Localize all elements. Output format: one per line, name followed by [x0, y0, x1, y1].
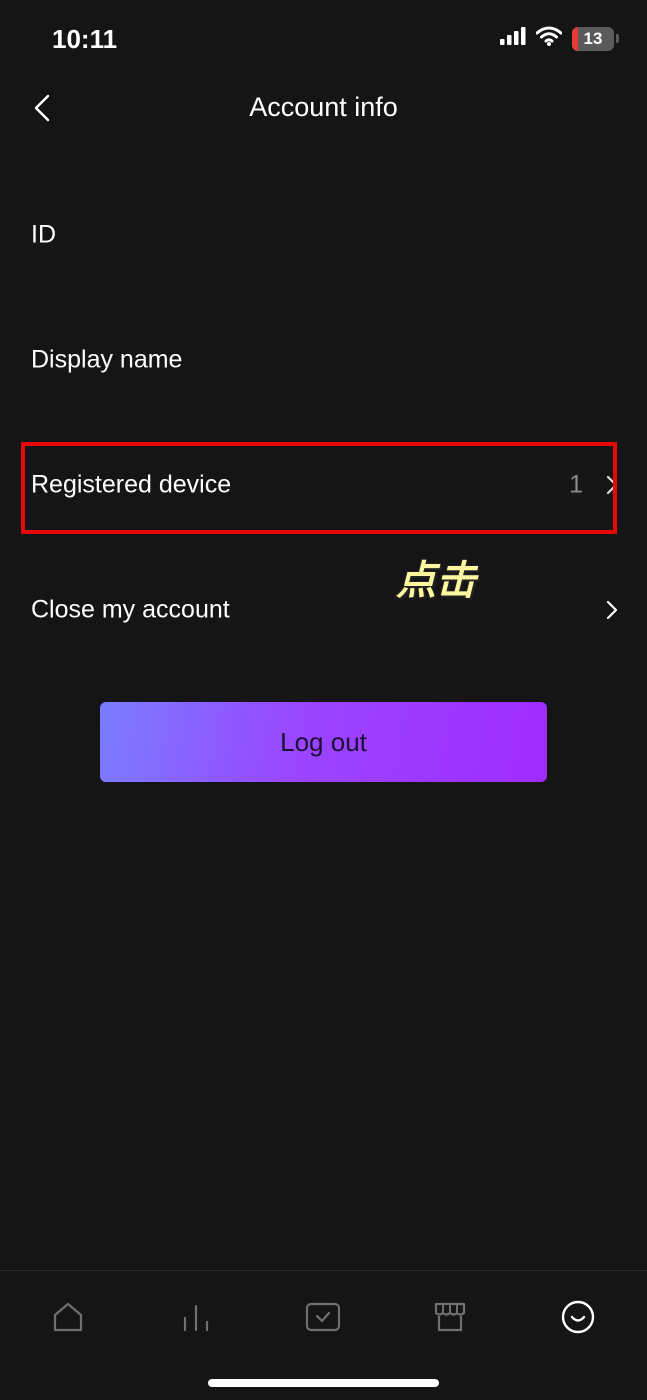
page-title: Account info: [249, 92, 398, 122]
row-id-label: ID: [31, 220, 56, 249]
checkbox-icon: [305, 1300, 341, 1339]
tab-profile[interactable]: [548, 1289, 608, 1349]
row-close-account[interactable]: Close my account: [0, 565, 647, 655]
home-indicator: [208, 1379, 439, 1387]
smiley-icon: [560, 1299, 596, 1340]
tab-store[interactable]: [420, 1289, 480, 1349]
battery-level: 13: [583, 28, 603, 48]
row-id[interactable]: ID: [0, 190, 647, 280]
chevron-right-icon: [605, 599, 619, 621]
home-icon: [51, 1300, 85, 1339]
row-display-name[interactable]: Display name: [0, 315, 647, 405]
store-icon: [433, 1300, 467, 1339]
status-bar: 10:11 13: [0, 0, 647, 80]
signal-icon: [500, 27, 526, 50]
status-icons: 13: [500, 26, 619, 51]
row-display-name-label: Display name: [31, 345, 183, 374]
tab-tasks[interactable]: [293, 1289, 353, 1349]
nav-header: Account info: [0, 80, 647, 140]
battery-nub: [616, 34, 619, 43]
wifi-icon: [535, 26, 563, 51]
highlight-box: [21, 442, 617, 534]
row-close-account-label: Close my account: [31, 595, 230, 624]
stats-icon: [179, 1300, 213, 1339]
tab-home[interactable]: [38, 1289, 98, 1349]
logout-button[interactable]: Log out: [100, 702, 547, 782]
battery-icon: 13: [572, 26, 614, 51]
tab-stats[interactable]: [166, 1289, 226, 1349]
status-time: 10:11: [52, 24, 118, 54]
